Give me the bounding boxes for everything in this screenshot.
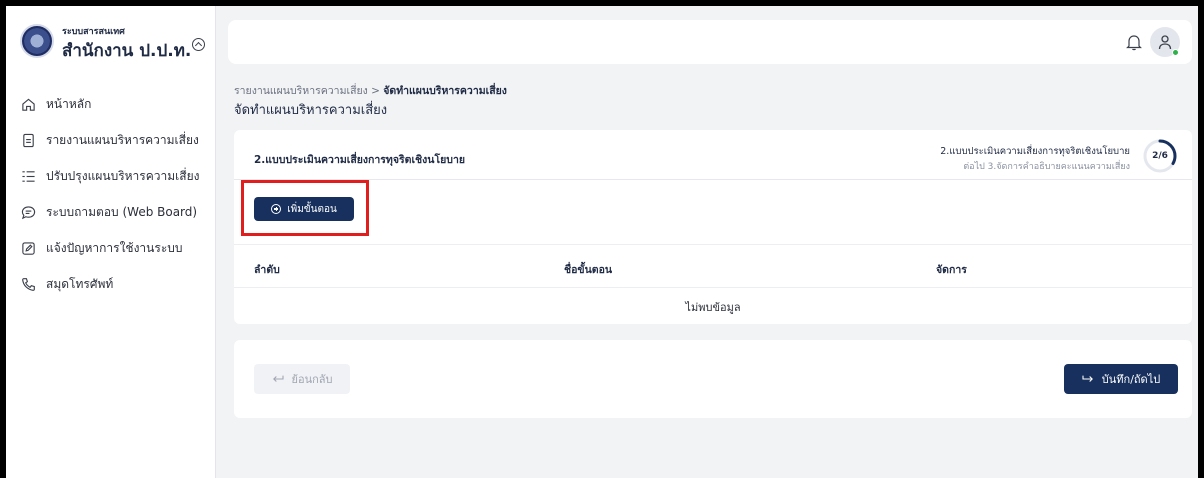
card-title: 2.แบบประเมินความเสี่ยงการทุจริตเชิงนโยบา… [254,154,465,166]
return-arrow-icon [272,375,284,382]
steps-card: 2.แบบประเมินความเสี่ยงการทุจริตเชิงนโยบา… [234,130,1192,324]
app-window: ระบบสารสนเทศ สำนักงาน ป.ป.ท. หน้าหลัก รา… [6,6,1198,478]
avatar[interactable] [1150,27,1180,57]
brand-title: สำนักงาน ป.ป.ท. [62,41,192,61]
card-header: 2.แบบประเมินความเสี่ยงการทุจริตเชิงนโยบา… [234,130,1192,180]
save-next-label: บันทึก/ถัดไป [1101,373,1161,386]
step-next-label: ต่อไป 3.จัดการคำอธิบายคะแนนความเสี่ยง [963,162,1130,172]
breadcrumb-separator: > [367,85,384,97]
page-title: จัดทำแผนบริหารความเสี่ยง [234,103,388,118]
phone-icon [20,276,36,292]
breadcrumb-current: จัดทำแผนบริหารความเสี่ยง [383,85,507,97]
sidebar-item-label: แจ้งปัญหาการใช้งานระบบ [46,240,183,255]
sidebar: ระบบสารสนเทศ สำนักงาน ป.ป.ท. หน้าหลัก รา… [6,6,216,478]
sidebar-item-risk-report[interactable]: รายงานแผนบริหารความเสี่ยง [20,122,210,158]
back-button[interactable]: ย้อนกลับ [254,364,350,394]
add-step-label: เพิ่มขั้นตอน [287,203,337,215]
top-bar [228,20,1192,64]
sidebar-item-home[interactable]: หน้าหลัก [20,86,210,122]
empty-state: ไม่พบข้อมูล [685,301,741,314]
sidebar-item-risk-update[interactable]: ปรับปรุงแผนบริหารความเสี่ยง [20,158,210,194]
column-manage: จัดการ [936,264,967,276]
online-status-dot [1172,49,1179,56]
footer-actions: ย้อนกลับ บันทึก/ถัดไป [234,340,1192,418]
sidebar-item-label: ระบบถามตอบ (Web Board) [46,204,198,219]
document-icon [20,132,36,148]
sidebar-nav: หน้าหลัก รายงานแผนบริหารความเสี่ยง ปรับป… [20,86,210,302]
brand-subtitle: ระบบสารสนเทศ [62,27,125,37]
sidebar-item-webboard[interactable]: ระบบถามตอบ (Web Board) [20,194,210,230]
edit-icon [20,240,36,256]
breadcrumb-parent[interactable]: รายงานแผนบริหารความเสี่ยง [234,85,368,97]
sidebar-item-phonebook[interactable]: สมุดโทรศัพท์ [20,266,210,302]
column-step-name: ชื่อขั้นตอน [564,264,613,276]
step-current-label: 2.แบบประเมินความเสี่ยงการทุจริตเชิงนโยบา… [940,146,1130,157]
add-step-button[interactable]: เพิ่มขั้นตอน [254,197,354,221]
home-icon [20,96,36,112]
chat-icon [20,204,36,220]
save-next-button[interactable]: บันทึก/ถัดไป [1064,364,1178,394]
logo [20,24,54,58]
sidebar-item-label: หน้าหลัก [46,96,92,111]
column-order: ลำดับ [254,264,280,276]
bell-icon[interactable] [1126,33,1142,51]
plus-circle-icon [271,204,282,214]
sidebar-item-label: ปรับปรุงแผนบริหารความเสี่ยง [46,168,200,183]
sidebar-item-report-issue[interactable]: แจ้งปัญหาการใช้งานระบบ [20,230,210,266]
forward-arrow-icon [1082,375,1093,382]
sidebar-item-label: รายงานแผนบริหารความเสี่ยง [46,132,199,147]
breadcrumb: รายงานแผนบริหารความเสี่ยง > จัดทำแผนบริห… [234,82,507,99]
list-icon [20,168,36,184]
progress-label: 2/6 [1152,151,1168,161]
sidebar-item-label: สมุดโทรศัพท์ [46,276,114,291]
brand: ระบบสารสนเทศ สำนักงาน ป.ป.ท. [20,22,210,66]
collapse-sidebar-icon[interactable] [192,38,205,51]
table-header: ลำดับ ชื่อขั้นตอน จัดการ [234,244,1192,288]
back-label: ย้อนกลับ [291,373,333,386]
